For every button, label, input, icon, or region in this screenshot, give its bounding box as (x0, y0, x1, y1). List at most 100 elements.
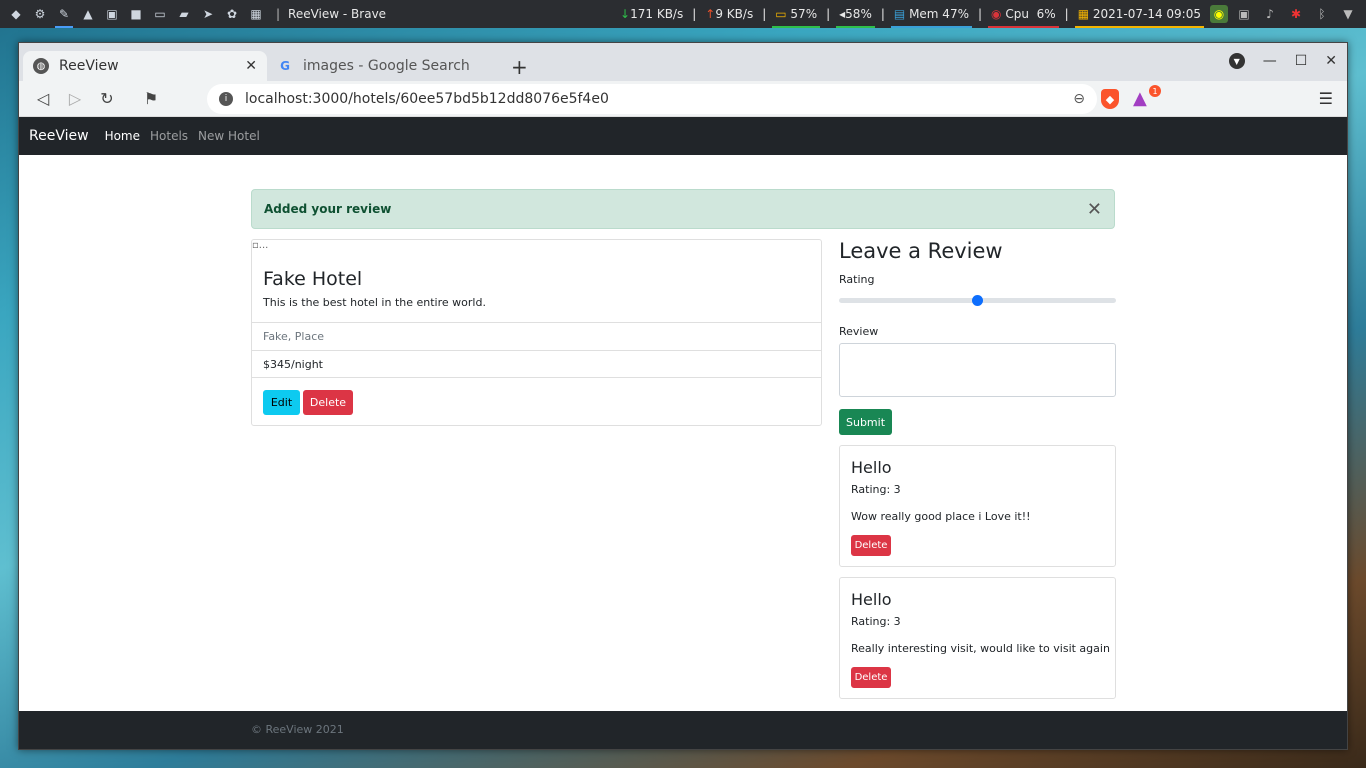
hotel-description: This is the best hotel in the entire wor… (263, 296, 486, 309)
mem-stat: ▤ Mem 47% (890, 0, 972, 28)
review-textarea[interactable] (839, 343, 1116, 397)
nav-link-new-hotel[interactable]: New Hotel (198, 129, 260, 143)
new-tab-icon[interactable]: + (511, 55, 528, 79)
memory-icon: ▤ (893, 7, 906, 21)
telegram-icon[interactable]: ➤ (196, 0, 220, 28)
folder-icon[interactable]: ▰ (172, 0, 196, 28)
review-title: Hello (851, 590, 892, 609)
bluetooth-icon[interactable]: ᛒ (1312, 0, 1332, 28)
net-down-stat: ↓ 171 KB/s (620, 7, 684, 21)
image-icon[interactable]: ▣ (100, 0, 124, 28)
paw-icon[interactable]: ✿ (220, 0, 244, 28)
flask-icon[interactable]: ▲ (76, 0, 100, 28)
brave-shields-icon[interactable]: ◆ (1101, 89, 1119, 109)
wifi-icon[interactable]: ▼ (1338, 0, 1358, 28)
reload-icon[interactable]: ↻ (91, 83, 123, 115)
window-controls: ▼ — ☐ ✕ (1228, 53, 1337, 69)
nav-link-home[interactable]: Home (105, 129, 140, 143)
bookmark-icon[interactable]: ⚑ (135, 83, 167, 115)
arrow-up-icon: ↑ (705, 7, 716, 21)
delete-hotel-button[interactable]: Delete (303, 390, 353, 415)
laptop-icon[interactable]: ▭ (148, 0, 172, 28)
alert-message: Added your review (264, 202, 392, 216)
settings-icon[interactable]: ⚙ (28, 0, 52, 28)
tab-search-icon[interactable]: ▼ (1228, 53, 1245, 69)
video-icon[interactable]: ■ (124, 0, 148, 28)
tab-google-images[interactable]: G images - Google Search (267, 51, 503, 81)
stat-separator: | (826, 7, 831, 21)
tray-app-icon[interactable]: ◉ (1210, 5, 1228, 23)
delete-review-button[interactable]: Delete (851, 667, 891, 688)
net-up-stat: ↑ 9 KB/s (705, 7, 754, 21)
info-icon[interactable]: i (219, 92, 233, 106)
site-footer: © ReeView 2021 (19, 711, 1347, 749)
stat-separator: | (762, 7, 767, 21)
tab-reeview[interactable]: ◍ ReeView ✕ (23, 51, 267, 81)
hotel-title: Fake Hotel (263, 268, 363, 290)
site-navbar: ReeView Home Hotels New Hotel (19, 117, 1347, 155)
review-body: Really interesting visit, would like to … (851, 642, 1110, 655)
active-window-title: ReeView - Brave (288, 7, 387, 21)
datetime-stat[interactable]: ▦ 2021-07-14 09:05 (1074, 0, 1204, 28)
mem-bar (890, 26, 972, 28)
photo-icon[interactable]: ▣ (1234, 0, 1254, 28)
hotel-actions: Edit Delete (252, 377, 821, 425)
edit-button[interactable]: Edit (263, 390, 300, 415)
stat-separator: | (1064, 7, 1069, 21)
volume-bar (836, 26, 875, 28)
hotel-location: Fake, Place (252, 322, 821, 350)
url-text: localhost:3000/hotels/60ee57bd5b12dd8076… (245, 91, 609, 107)
back-icon[interactable]: ◁ (27, 83, 59, 115)
calendar-icon: ▦ (1077, 7, 1090, 21)
zoom-icon[interactable]: ⊖ (1073, 91, 1085, 107)
speaker-icon[interactable]: ♪ (1260, 0, 1280, 28)
rating-label: Rating (839, 273, 875, 286)
review-form-title: Leave a Review (839, 239, 1003, 263)
stat-separator: | (977, 7, 983, 21)
close-icon[interactable]: ✕ (1087, 199, 1102, 220)
maximize-icon[interactable]: ☐ (1295, 53, 1308, 69)
close-window-icon[interactable]: ✕ (1325, 53, 1337, 69)
battery-bar (772, 26, 821, 28)
browser-window: ◍ ReeView ✕ G images - Google Search + ▼… (18, 42, 1348, 750)
review-title: Hello (851, 458, 892, 477)
brave-icon[interactable]: ◆ (4, 0, 28, 28)
hotel-price: $345/night (252, 350, 821, 378)
menu-icon[interactable]: ☰ (1319, 89, 1333, 108)
success-alert: Added your review ✕ (251, 189, 1115, 229)
cpu-stat: ◉ Cpu 6% (988, 0, 1059, 28)
rewards-badge: 1 (1149, 85, 1161, 97)
review-rating: Rating: 3 (851, 615, 901, 628)
taskbar-separator: | (276, 7, 281, 21)
review-label: Review (839, 325, 879, 338)
review-body: Wow really good place i Love it!! (851, 510, 1031, 523)
minimize-icon[interactable]: — (1263, 53, 1277, 69)
close-icon[interactable]: ✕ (245, 58, 257, 74)
navbar-brand[interactable]: ReeView (29, 128, 89, 144)
hotel-card: ▫... Fake Hotel This is the best hotel i… (251, 239, 822, 426)
grid-icon[interactable]: ▦ (244, 0, 268, 28)
google-icon: G (280, 59, 290, 73)
bug-icon[interactable]: ✱ (1286, 0, 1306, 28)
forward-icon[interactable]: ▷ (59, 83, 91, 115)
cpu-bar (988, 26, 1059, 28)
battery-stat: ▭ 57% (772, 0, 821, 28)
submit-button[interactable]: Submit (839, 409, 892, 435)
stat-separator: | (880, 7, 885, 21)
battery-icon: ▭ (775, 7, 787, 21)
stat-separator: | (692, 7, 697, 21)
address-bar[interactable]: i localhost:3000/hotels/60ee57bd5b12dd80… (207, 84, 1097, 114)
review-card: Hello Rating: 3 Wow really good place i … (839, 445, 1116, 567)
tab-label: images - Google Search (303, 58, 470, 74)
review-rating: Rating: 3 (851, 483, 901, 496)
globe-icon: ◍ (33, 58, 49, 74)
page-content: ReeView Home Hotels New Hotel Added your… (19, 117, 1347, 749)
rating-slider-thumb[interactable] (972, 295, 983, 306)
delete-review-button[interactable]: Delete (851, 535, 891, 556)
volume-stat: ◂ 58% (836, 0, 875, 28)
pipette-icon[interactable]: ✎ (52, 0, 76, 28)
broken-image-icon: ▫ (252, 240, 259, 251)
cpu-icon: ◉ (991, 7, 1002, 21)
tab-label: ReeView (59, 58, 119, 74)
nav-link-hotels[interactable]: Hotels (150, 129, 188, 143)
